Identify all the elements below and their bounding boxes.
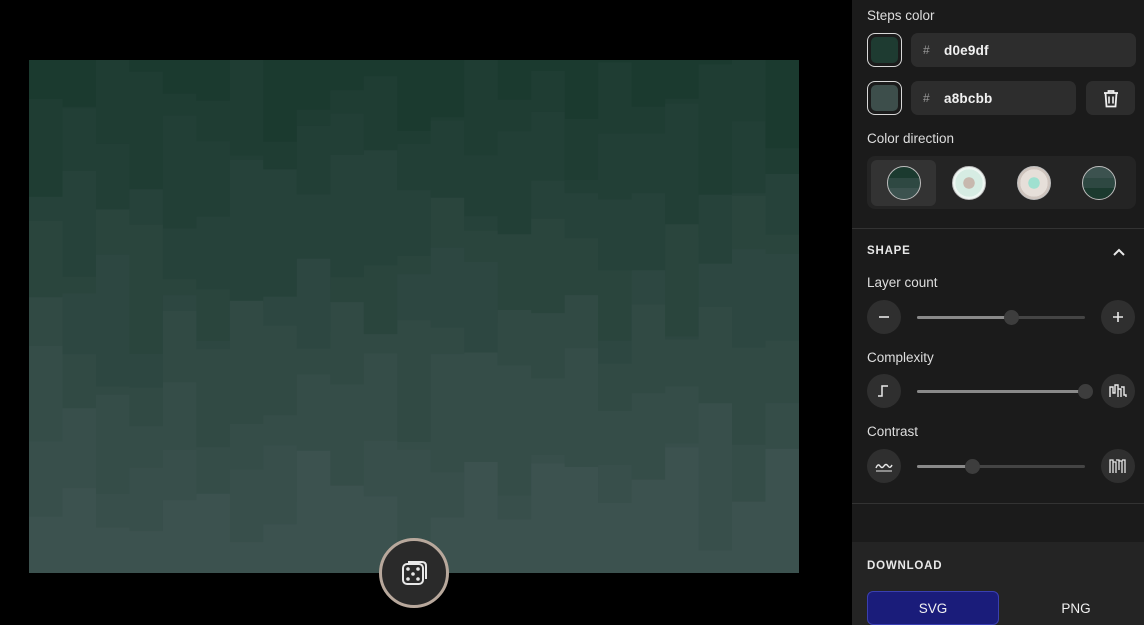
contrast-slider[interactable] (917, 459, 1085, 474)
download-png-button[interactable]: PNG (1010, 591, 1142, 625)
color-swatch-1[interactable] (867, 33, 902, 67)
complexity-slider[interactable] (917, 384, 1093, 399)
contrast-label: Contrast (867, 424, 919, 439)
layered-steps-svg (29, 60, 799, 573)
complexity-slider-thumb[interactable] (1078, 384, 1093, 399)
divider (852, 228, 1144, 229)
dice-icon (402, 561, 427, 585)
pattern-preview (29, 60, 799, 573)
randomize-button[interactable] (379, 538, 449, 608)
direction-option-top-to-bottom[interactable] (871, 159, 936, 206)
trash-icon (1103, 89, 1118, 107)
direction-option-radial-warm[interactable] (1001, 160, 1066, 206)
download-panel: DOWNLOAD SVG PNG (852, 542, 1144, 625)
contrast-min-button[interactable] (867, 449, 901, 483)
canvas-area (0, 0, 852, 625)
increase-layers-button[interactable] (1101, 300, 1135, 334)
complexity-slider-fill (917, 390, 1085, 393)
hash-prefix: # (923, 91, 930, 105)
shape-section-header: SHAPE (867, 245, 911, 257)
direction-option-radial-light[interactable] (936, 160, 1001, 206)
color-direction-selector (867, 156, 1136, 209)
simple-step-icon (878, 385, 888, 397)
direction-linear-icon (886, 165, 921, 200)
color-swatch-2-fill (871, 85, 898, 111)
color-swatch-2[interactable] (867, 81, 902, 115)
layer-count-slider[interactable] (917, 310, 1085, 325)
direction-radial-alt-icon (1016, 165, 1051, 200)
hex-value-2: a8bcbb (944, 90, 993, 106)
hex-input-1[interactable]: # d0e9df (911, 33, 1136, 67)
direction-radial-icon (951, 165, 986, 200)
plus-icon (1113, 312, 1123, 322)
complexity-min-button[interactable] (867, 374, 901, 408)
chevron-up-icon[interactable] (1111, 245, 1127, 259)
settings-sidebar: Steps color # d0e9df # a8bcbb Color dire… (852, 0, 1144, 625)
hash-prefix: # (923, 43, 930, 57)
complexity-label: Complexity (867, 350, 934, 365)
layer-count-label: Layer count (867, 275, 938, 290)
hex-value-1: d0e9df (944, 42, 989, 58)
download-svg-button[interactable]: SVG (867, 591, 999, 625)
decrease-layers-button[interactable] (867, 300, 901, 334)
delete-color-button[interactable] (1086, 81, 1135, 115)
complexity-max-button[interactable] (1101, 374, 1135, 408)
layer-count-slider-fill (917, 316, 1012, 319)
contrast-slider-thumb[interactable] (965, 459, 981, 474)
direction-option-bottom-to-top[interactable] (1066, 160, 1131, 206)
low-contrast-wave-icon (875, 463, 893, 472)
color-swatch-1-fill (871, 37, 898, 63)
minus-icon (879, 316, 889, 318)
download-section-header: DOWNLOAD (867, 560, 943, 572)
complex-steps-icon (1109, 384, 1127, 397)
contrast-slider-fill (917, 465, 973, 468)
layer-count-slider-thumb[interactable] (1004, 310, 1020, 325)
divider (852, 503, 1144, 504)
hex-input-2[interactable]: # a8bcbb (911, 81, 1076, 115)
color-direction-label: Color direction (867, 131, 955, 146)
high-contrast-wave-icon (1109, 459, 1126, 473)
contrast-max-button[interactable] (1101, 449, 1135, 483)
steps-color-label: Steps color (867, 8, 935, 23)
direction-linear-reverse-icon (1081, 165, 1116, 200)
